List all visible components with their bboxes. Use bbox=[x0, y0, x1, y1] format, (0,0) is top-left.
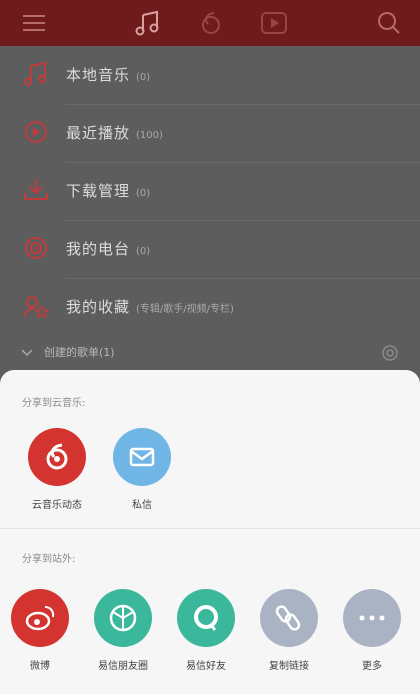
music-note-icon[interactable] bbox=[133, 8, 163, 38]
share-item-label: 易信朋友圈 bbox=[98, 661, 148, 672]
menu-item-radio[interactable]: 我的电台 (0) bbox=[0, 220, 420, 278]
menu-item-favorites[interactable]: 我的收藏 (专辑/歌手/视频/专栏) bbox=[0, 278, 420, 336]
search-icon[interactable] bbox=[374, 8, 404, 38]
menu-item-label: 本地音乐 (0) bbox=[66, 66, 151, 84]
share-cloud-feed-button[interactable]: 云音乐动态 bbox=[17, 428, 97, 511]
divider bbox=[0, 528, 420, 529]
recent-play-icon bbox=[25, 121, 47, 143]
video-play-icon[interactable] bbox=[259, 8, 289, 38]
share-item-label: 更多 bbox=[362, 661, 382, 672]
share-item-label: 易信好友 bbox=[186, 661, 226, 672]
link-icon bbox=[260, 589, 318, 647]
yixin-moments-icon bbox=[94, 589, 152, 647]
menu-icon[interactable] bbox=[20, 8, 50, 38]
mail-icon bbox=[113, 428, 171, 486]
group-label: 创建的歌单(1) bbox=[44, 346, 115, 359]
top-bar bbox=[0, 0, 420, 46]
share-private-message-button[interactable]: 私信 bbox=[102, 428, 182, 511]
share-item-label: 云音乐动态 bbox=[32, 500, 82, 511]
yixin-friends-icon bbox=[177, 589, 235, 647]
radio-icon bbox=[25, 237, 47, 259]
share-item-label: 私信 bbox=[132, 500, 152, 511]
netease-logo-icon bbox=[28, 428, 86, 486]
favorites-icon bbox=[23, 296, 50, 319]
menu-item-label: 下载管理 (0) bbox=[66, 182, 151, 200]
menu-item-label: 我的电台 (0) bbox=[66, 240, 151, 258]
more-icon bbox=[343, 589, 401, 647]
gear-icon[interactable] bbox=[379, 342, 401, 364]
more-share-button[interactable]: 更多 bbox=[332, 589, 412, 672]
share-yixin-moments-button[interactable]: 易信朋友圈 bbox=[83, 589, 163, 672]
menu-item-label: 最近播放 (100) bbox=[66, 124, 163, 142]
share-section-title: 分享到云音乐: bbox=[22, 398, 86, 409]
share-yixin-friends-button[interactable]: 易信好友 bbox=[166, 589, 246, 672]
copy-link-button[interactable]: 复制链接 bbox=[249, 589, 329, 672]
menu-item-label: 我的收藏 (专辑/歌手/视频/专栏) bbox=[66, 298, 234, 316]
chevron-down-icon bbox=[21, 349, 33, 357]
share-item-label: 微博 bbox=[30, 661, 50, 672]
created-playlists-header[interactable]: 创建的歌单(1) bbox=[0, 342, 420, 372]
share-weibo-button[interactable]: 微博 bbox=[0, 589, 80, 672]
download-icon bbox=[24, 179, 48, 200]
weibo-icon bbox=[11, 589, 69, 647]
netease-logo-icon[interactable] bbox=[196, 8, 226, 38]
share-section-title: 分享到站外: bbox=[22, 554, 76, 565]
menu-item-local-music[interactable]: 本地音乐 (0) bbox=[0, 46, 420, 104]
share-item-label: 复制链接 bbox=[269, 661, 309, 672]
menu-item-recent-play[interactable]: 最近播放 (100) bbox=[0, 104, 420, 162]
menu-item-download[interactable]: 下载管理 (0) bbox=[0, 162, 420, 220]
share-sheet: 分享到云音乐: 云音乐动态 私信 分享到站外: 微博 易信朋友圈 易信好友 复制… bbox=[0, 370, 420, 694]
music-note-icon bbox=[24, 61, 46, 86]
